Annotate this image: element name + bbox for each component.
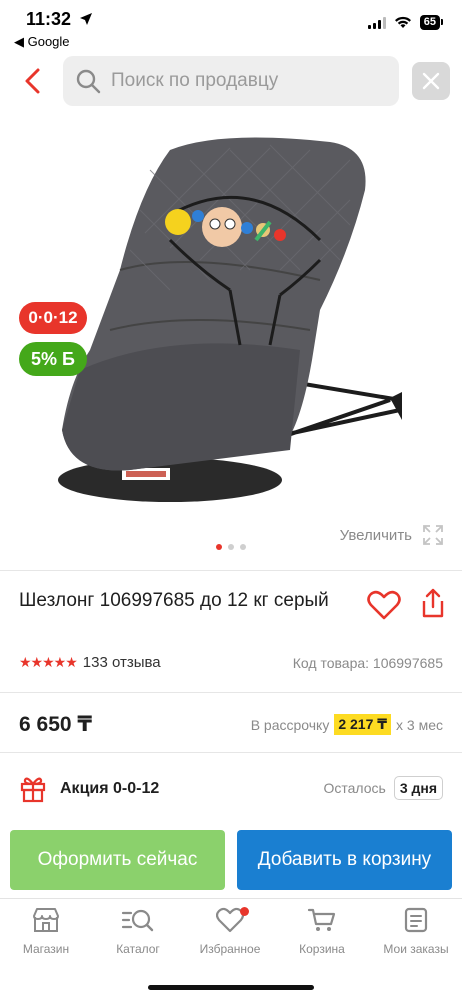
orders-icon: [404, 907, 428, 933]
zoom-button[interactable]: Увеличить: [340, 524, 444, 546]
status-time: 11:32: [26, 9, 93, 30]
search-icon: [76, 69, 101, 94]
product-image[interactable]: [50, 130, 410, 520]
wifi-icon: [394, 16, 411, 28]
tab-store[interactable]: Магазин: [0, 907, 92, 956]
buy-now-button[interactable]: Оформить сейчас: [10, 830, 225, 890]
tab-cart[interactable]: Корзина: [276, 907, 368, 956]
share-button[interactable]: [422, 588, 444, 623]
tab-favorites[interactable]: Избранное: [184, 907, 276, 956]
divider: [0, 570, 462, 571]
back-to-app-link[interactable]: ◀ Google: [14, 34, 70, 50]
clear-search-button[interactable]: [412, 62, 450, 100]
product-title: Шезлонг 106997685 до 12 кг серый: [19, 590, 329, 611]
remaining-label: Осталось: [323, 780, 386, 796]
installment-info[interactable]: В рассрочку 2 217 ₸ x 3 мес: [251, 714, 443, 735]
product-gallery[interactable]: 0·0·12 5% Б Увеличить: [0, 120, 462, 560]
rating-stars: ★★★★★: [19, 654, 78, 670]
add-to-cart-button[interactable]: Добавить в корзину: [237, 830, 452, 890]
tab-label: Мои заказы: [383, 942, 449, 956]
store-icon: [33, 908, 59, 932]
divider: [0, 692, 462, 693]
rating-row[interactable]: ★★★★★ 133 отзыва: [19, 654, 161, 671]
close-icon: [422, 72, 440, 90]
tab-my-orders[interactable]: Мои заказы: [370, 907, 462, 956]
gallery-dot[interactable]: [228, 544, 234, 550]
promo-remaining: Осталось 3 дня: [323, 776, 443, 800]
tab-label: Магазин: [22, 942, 70, 956]
heart-icon: [367, 590, 401, 620]
add-to-favorites-button[interactable]: [367, 590, 401, 625]
cart-icon: [307, 908, 336, 931]
promo-label: Акция 0-0-12: [60, 780, 160, 797]
cellular-signal-icon: [367, 16, 386, 29]
gallery-dot[interactable]: [216, 544, 222, 550]
installment-prefix: В рассрочку: [250, 716, 330, 733]
bonus-badge: 5% Б: [19, 342, 87, 376]
expand-icon: [423, 525, 443, 545]
search-input[interactable]: Поиск по продавцу: [63, 56, 399, 106]
divider: [0, 752, 462, 753]
tab-label: Корзина: [299, 942, 345, 956]
share-icon: [422, 588, 444, 618]
tab-catalog[interactable]: Каталог: [92, 907, 184, 956]
tab-label: Избранное: [199, 942, 261, 956]
search-placeholder: Поиск по продавцу: [111, 70, 279, 91]
gallery-dot[interactable]: [240, 544, 246, 550]
product-price: 6 650 ₸: [19, 713, 92, 736]
status-icons: 65: [367, 15, 444, 30]
location-arrow-icon: [80, 13, 93, 25]
notification-dot: [240, 907, 249, 916]
status-bar: 11:32 ◀ Google 65: [0, 0, 462, 56]
gift-icon: [20, 777, 46, 803]
installment-badge: 0·0·12: [19, 302, 87, 334]
product-sku: Код товара: 106997685: [292, 655, 443, 671]
battery-indicator: 65: [419, 15, 444, 30]
installment-suffix: x 3 мес: [396, 716, 443, 733]
remaining-days: 3 дня: [393, 776, 443, 800]
chevron-left-icon: [25, 68, 40, 94]
home-indicator[interactable]: [148, 985, 314, 990]
reviews-count[interactable]: 133 отзыва: [83, 654, 161, 671]
search-header: Поиск по продавцу: [0, 56, 462, 106]
installment-amount: 2 217 ₸: [334, 714, 392, 735]
promo-row[interactable]: Акция 0-0-12 Осталось 3 дня: [0, 772, 462, 806]
catalog-search-icon: [121, 909, 154, 932]
status-time-text: 11:32: [26, 9, 72, 29]
bottom-tab-bar: Магазин Каталог Избранное Корзина Мои за…: [0, 898, 462, 968]
back-button[interactable]: [20, 66, 48, 96]
zoom-label: Увеличить: [339, 526, 412, 544]
tab-label: Каталог: [116, 942, 160, 956]
